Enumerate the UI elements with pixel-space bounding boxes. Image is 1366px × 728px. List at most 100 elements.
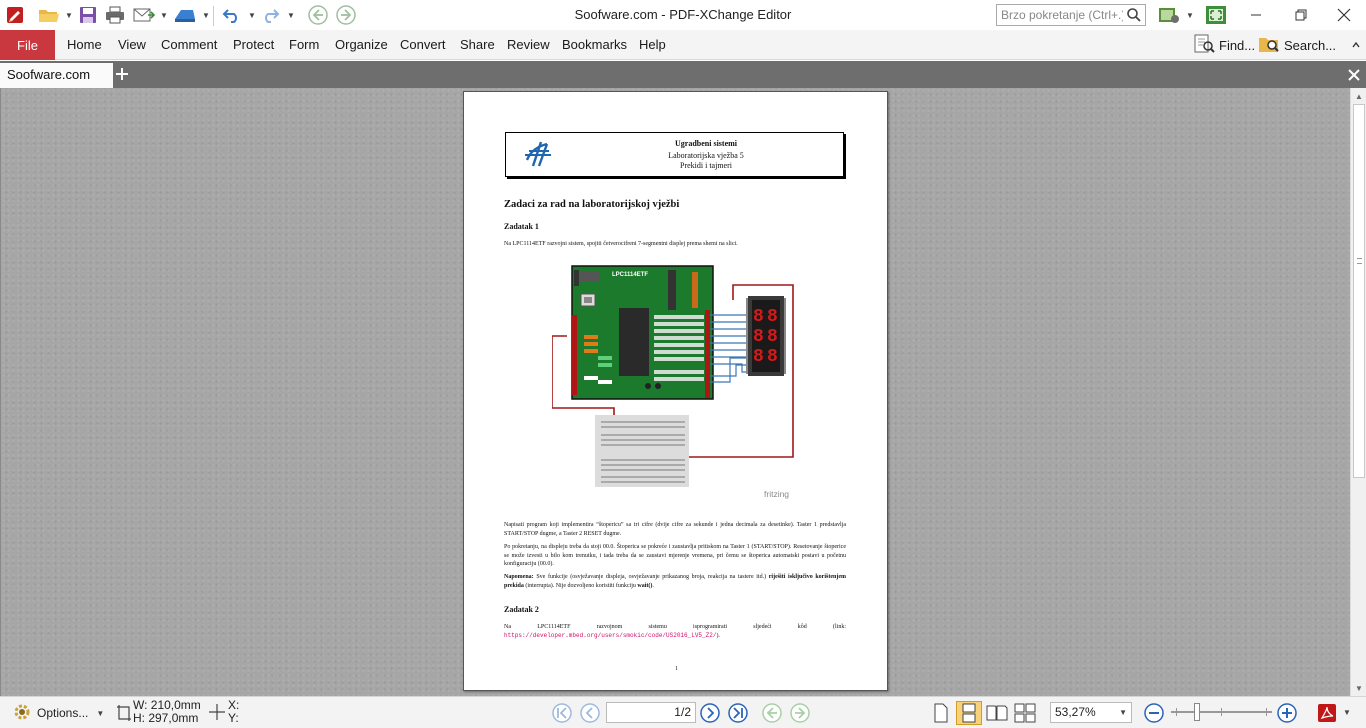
chevron-down-icon[interactable]: ▼ (202, 11, 210, 20)
page-number-field[interactable]: 1/2 (606, 702, 696, 723)
print-icon[interactable] (103, 3, 127, 27)
quick-launch-field[interactable] (996, 4, 1146, 26)
open-folder-icon[interactable] (36, 3, 62, 27)
note-function: wait() (637, 582, 653, 589)
email-icon[interactable] (131, 3, 157, 27)
status-bar: Options... ▼ W: 210,0mm H: 297,0mm X: Y:… (0, 696, 1366, 728)
chevron-down-icon[interactable]: ▼ (1343, 708, 1351, 717)
forward-icon[interactable] (334, 3, 358, 27)
zoom-slider-thumb[interactable] (1194, 703, 1200, 721)
menu-home[interactable]: Home (67, 30, 102, 60)
next-view-button[interactable] (788, 701, 812, 725)
vertical-scrollbar[interactable]: ▲ ▼ (1350, 88, 1366, 696)
chevron-down-icon[interactable]: ▼ (160, 11, 168, 20)
fullscreen-icon[interactable] (1204, 3, 1228, 27)
options-button[interactable]: Options... ▼ (12, 701, 104, 725)
task1-intro: Na LPC1114ETF razvojni sistem, spojiti č… (504, 241, 738, 247)
zoom-in-button[interactable] (1275, 701, 1299, 725)
find-button[interactable]: Find... (1193, 33, 1255, 57)
lab-subtitle: Prekidi i tajmeri (680, 161, 732, 170)
menu-bar: File Home View Comment Protect Form Orga… (0, 30, 1366, 60)
task2-link[interactable]: https://developer.mbed.org/users/smokic/… (504, 632, 716, 639)
continuous-view-icon[interactable] (956, 701, 982, 725)
close-window-button[interactable] (1321, 0, 1366, 30)
scroll-up-icon[interactable]: ▲ (1351, 88, 1366, 104)
svg-text:8: 8 (767, 347, 778, 367)
restore-button[interactable] (1278, 0, 1323, 30)
svg-text:8: 8 (767, 307, 778, 327)
task2-text: Na LPC1114ETF razvojnom sistemu isprogra… (504, 624, 846, 630)
minimize-button[interactable] (1233, 0, 1278, 30)
scan-icon[interactable] (171, 3, 199, 27)
etf-logo-icon (521, 138, 557, 172)
zoom-level-field[interactable]: 53,27% ▼ (1050, 702, 1132, 723)
quick-launch-input[interactable] (997, 5, 1123, 25)
zoom-tick (1176, 708, 1177, 716)
search-folder-icon (1258, 34, 1280, 57)
document-header-box: Ugradbeni sistemi Laboratorijska vježba … (505, 132, 844, 177)
menu-file[interactable]: File (0, 30, 55, 60)
note-tail: (interrupta). Nije dozvoljeno koristiti … (525, 582, 636, 589)
zoom-out-button[interactable] (1142, 701, 1166, 725)
menu-convert[interactable]: Convert (400, 30, 446, 60)
lab-title: Laboratorijska vježba 5 (668, 151, 744, 160)
previous-page-button[interactable] (578, 701, 602, 725)
chevron-down-icon[interactable]: ▼ (248, 11, 256, 20)
menu-help[interactable]: Help (639, 30, 666, 60)
task1-title: Zadatak 1 (504, 222, 539, 231)
svg-text:8: 8 (753, 327, 764, 347)
chevron-down-icon[interactable]: ▼ (287, 11, 295, 20)
total-pages: /2 (680, 705, 691, 719)
menu-share[interactable]: Share (460, 30, 495, 60)
scrollbar-thumb[interactable] (1353, 104, 1365, 478)
save-icon[interactable] (77, 3, 99, 27)
facing-view-icon[interactable] (985, 701, 1009, 725)
new-tab-button[interactable] (114, 64, 130, 84)
page-number: 1 (675, 666, 678, 672)
svg-text:8: 8 (753, 347, 764, 367)
single-page-view-icon[interactable] (930, 701, 952, 725)
last-page-button[interactable] (726, 701, 750, 725)
task1-paragraph-1: Napisati program koji implementira “štop… (504, 522, 846, 537)
search-button[interactable]: Search... (1258, 33, 1336, 57)
zoom-tick (1221, 708, 1222, 716)
redo-icon[interactable] (258, 3, 282, 27)
task2-end: ). (716, 632, 720, 639)
cursor-position-icon (208, 703, 226, 724)
menu-comment[interactable]: Comment (161, 30, 217, 60)
back-icon[interactable] (306, 3, 330, 27)
search-icon[interactable] (1126, 7, 1142, 26)
ribbon-collapse-button[interactable] (1350, 33, 1362, 57)
zoom-tick (1266, 708, 1267, 716)
close-document-button[interactable] (1344, 65, 1364, 85)
chevron-down-icon[interactable]: ▼ (1119, 703, 1127, 722)
ui-options-icon[interactable] (1156, 3, 1182, 27)
section-heading: Zadaci za rad na laboratorijskoj vježbi (504, 199, 680, 210)
scroll-down-icon[interactable]: ▼ (1351, 680, 1366, 696)
menu-view[interactable]: View (118, 30, 146, 60)
menu-protect[interactable]: Protect (233, 30, 274, 60)
note-label: Napomena: (504, 574, 534, 580)
pdf-tools-icon[interactable] (1314, 701, 1340, 725)
page-size-icon (116, 704, 132, 725)
wiring-diagram: LPC1114ETF 8 8 8 8 8 8 (551, 260, 812, 503)
first-page-button[interactable] (550, 701, 574, 725)
chevron-down-icon[interactable]: ▼ (65, 11, 73, 20)
app-logo-icon[interactable] (4, 3, 26, 27)
previous-view-button[interactable] (760, 701, 784, 725)
find-icon (1193, 34, 1215, 57)
menu-form[interactable]: Form (289, 30, 319, 60)
pdf-page[interactable]: Ugradbeni sistemi Laboratorijska vježba … (463, 91, 888, 691)
page-height: H: 297,0mm (133, 711, 199, 725)
undo-icon[interactable] (220, 3, 244, 27)
continuous-facing-view-icon[interactable] (1012, 701, 1038, 725)
next-page-button[interactable] (698, 701, 722, 725)
menu-bookmarks[interactable]: Bookmarks (562, 30, 627, 60)
chevron-down-icon: ▼ (96, 708, 105, 718)
task2-paragraph: Na LPC1114ETF razvojnom sistemu isprogra… (504, 623, 846, 640)
menu-review[interactable]: Review (507, 30, 550, 60)
chevron-down-icon[interactable]: ▼ (1186, 11, 1194, 20)
menu-organize[interactable]: Organize (335, 30, 388, 60)
svg-text:8: 8 (753, 307, 764, 327)
tab-document[interactable]: Soofware.com (0, 63, 113, 88)
